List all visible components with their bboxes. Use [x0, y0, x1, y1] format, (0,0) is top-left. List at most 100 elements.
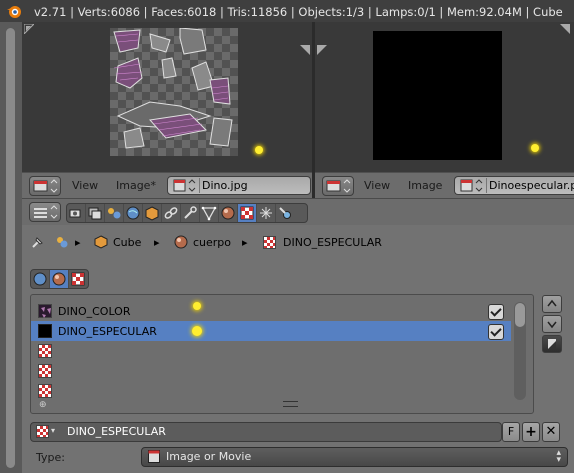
move-slot-down-button[interactable] [542, 315, 562, 333]
scroll-thumb[interactable] [515, 303, 525, 327]
slot-enabled-checkbox[interactable] [488, 304, 504, 320]
menu-image[interactable]: Image* [116, 179, 156, 192]
image-selector-left[interactable]: Dino.jpg [167, 176, 311, 195]
breadcrumb-texture: DINO_ESPECULAR [283, 236, 382, 249]
breadcrumb-object: Cube [113, 236, 142, 249]
editor-type-selector[interactable] [29, 176, 61, 196]
tab-texture[interactable] [238, 204, 257, 222]
uv-image-preview [110, 28, 238, 156]
dropdown-arrows-icon: ▾ [51, 426, 56, 435]
texture-thumbnail [38, 324, 52, 338]
dropdown-arrows-icon: ▴ ▾ [556, 448, 561, 465]
texture-type-value: Image or Movie [166, 450, 252, 463]
tab-physics[interactable] [276, 204, 294, 222]
properties-editor-selector[interactable] [29, 202, 61, 222]
pin-icon[interactable] [30, 234, 46, 250]
texture-slot-row[interactable]: DINO_ESPECULAR [31, 321, 511, 341]
image-icon [148, 450, 160, 463]
texture-list-scrollbar[interactable] [514, 302, 526, 400]
properties-icon [34, 205, 58, 219]
lamp-marker [192, 326, 202, 336]
empty-texture-icon [38, 384, 52, 398]
texture-datablock-field[interactable]: ▾ DINO_ESPECULAR [30, 422, 502, 442]
texture-slot-name: DINO_COLOR [58, 305, 131, 318]
constraint-chain-icon [164, 207, 178, 219]
render-camera-icon [69, 209, 81, 218]
texture-slot-row[interactable] [31, 361, 511, 381]
area-split-corner-icon[interactable] [24, 24, 34, 34]
breadcrumb-separator: ▸ [75, 236, 81, 249]
tab-data[interactable] [200, 204, 219, 222]
world-texture-button[interactable] [31, 270, 50, 288]
other-texture-button[interactable] [69, 270, 87, 288]
texture-context-buttons [30, 269, 89, 289]
breadcrumb-separator: ▸ [242, 236, 248, 249]
image-editor-icon [33, 179, 58, 193]
image-browse-icon[interactable] [458, 178, 487, 193]
material-sphere-icon [221, 206, 235, 220]
new-texture-button[interactable]: + [522, 422, 540, 442]
image-selector-right[interactable]: Dinoespecular.pn [454, 176, 574, 195]
area-split-corner-icon[interactable] [317, 45, 327, 55]
properties-context-tabs [66, 203, 308, 223]
breadcrumb-separator: ▸ [154, 236, 160, 249]
texture-name: DINO_ESPECULAR [67, 425, 166, 438]
tab-modifiers[interactable] [181, 204, 200, 222]
texture-browse-icon[interactable] [36, 425, 49, 438]
menu-view[interactable]: View [72, 179, 98, 192]
left-scroll-thumb[interactable] [6, 28, 15, 468]
breadcrumb-material: cuerpo [193, 236, 232, 249]
list-resize-grip-icon[interactable] [283, 401, 298, 407]
plus-icon: + [525, 424, 537, 440]
wrench-icon [184, 206, 197, 219]
triangle-down-icon [547, 321, 557, 329]
material-texture-button[interactable] [50, 270, 69, 288]
blender-logo-icon[interactable] [6, 3, 22, 19]
mesh-data-icon [201, 206, 217, 221]
texture-thumbnail [38, 304, 52, 318]
specials-menu-icon [548, 339, 556, 349]
slot-enabled-checkbox[interactable] [488, 324, 504, 340]
menu-image[interactable]: Image [408, 179, 442, 192]
material-sphere-icon [174, 235, 188, 249]
texture-type-dropdown[interactable]: Image or Movie ▴ ▾ [141, 447, 568, 467]
editor-type-selector[interactable] [322, 176, 354, 196]
world-icon [126, 206, 140, 220]
slot-specials-button[interactable] [542, 335, 562, 353]
scene-icon [57, 237, 68, 248]
texture-checker-icon [71, 272, 85, 286]
uv-islands [113, 28, 233, 149]
particles-icon [260, 207, 272, 219]
tab-constraints[interactable] [162, 204, 181, 222]
tab-material[interactable] [219, 204, 238, 222]
texture-slot-row[interactable] [31, 341, 511, 361]
texture-checker-icon [263, 236, 276, 249]
type-label: Type: [36, 451, 65, 464]
image-browse-icon[interactable] [171, 178, 200, 193]
tab-render[interactable] [67, 204, 86, 222]
material-sphere-icon [52, 272, 66, 286]
texture-slot-row[interactable]: DINO_COLOR [31, 301, 511, 321]
tab-layers[interactable] [86, 204, 105, 222]
texture-slot-row[interactable] [31, 381, 511, 401]
close-icon: ✕ [545, 424, 557, 439]
scene-stats: v2.71 | Verts:6086 | Faces:6018 | Tris:1… [34, 5, 563, 19]
image-name: Dino.jpg [202, 179, 248, 192]
fake-user-button[interactable]: F [502, 422, 520, 442]
tab-object[interactable] [143, 204, 162, 222]
empty-texture-icon [38, 344, 52, 358]
tab-particles[interactable] [257, 204, 276, 222]
image-editor-icon [326, 179, 351, 193]
move-slot-up-button[interactable] [542, 295, 562, 313]
tab-world[interactable] [124, 204, 143, 222]
info-bar: v2.71 | Verts:6086 | Faces:6018 | Tris:1… [0, 0, 574, 22]
unlink-texture-button[interactable]: ✕ [542, 422, 560, 442]
texture-checker-icon [240, 206, 254, 220]
tab-scene[interactable] [105, 204, 124, 222]
empty-texture-icon [38, 364, 52, 378]
area-split-corner-icon[interactable] [560, 24, 570, 34]
object-cube-icon [94, 235, 108, 249]
filter-options-icon[interactable]: ⊕ [39, 400, 47, 410]
area-split-corner-icon[interactable] [300, 45, 310, 55]
menu-view[interactable]: View [364, 179, 390, 192]
